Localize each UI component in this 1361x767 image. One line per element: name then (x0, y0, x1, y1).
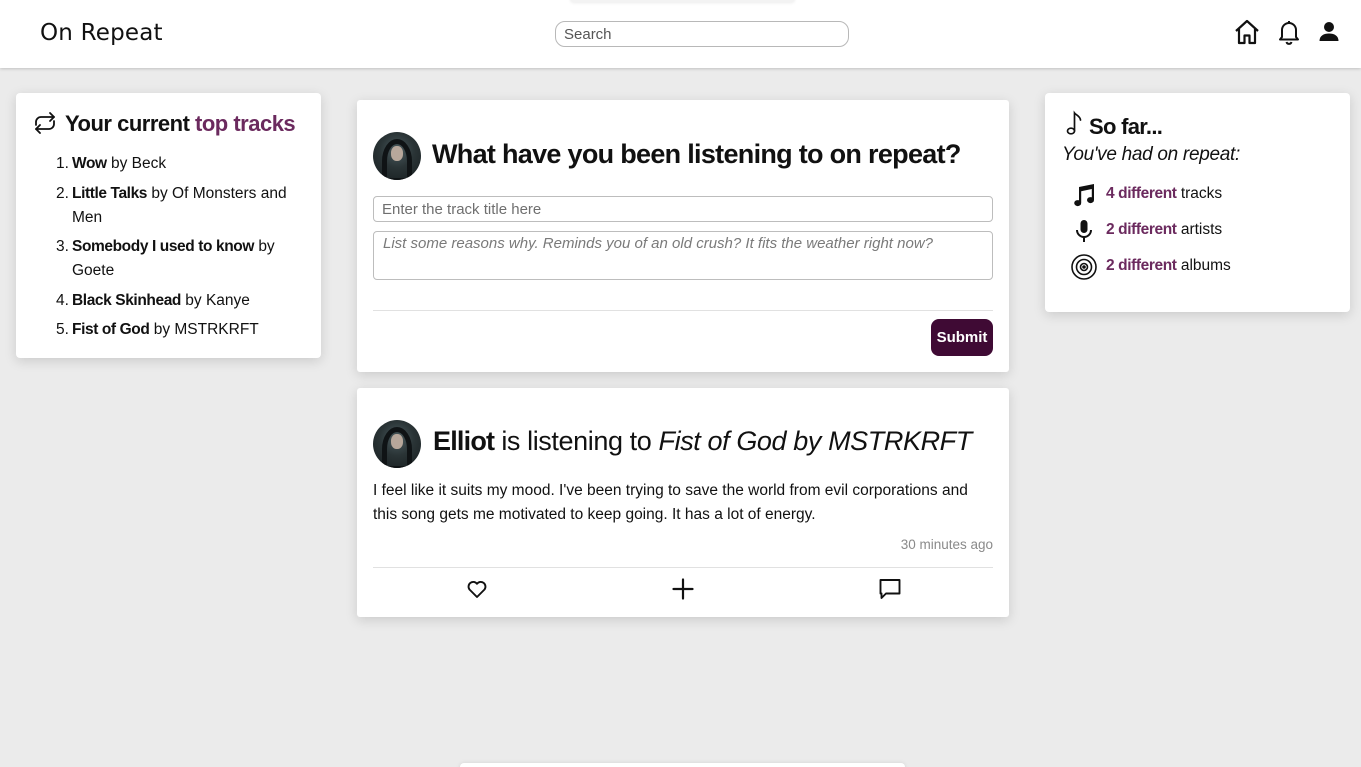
top-track-item[interactable]: 2. Little Talks by Of Monsters and Men (54, 182, 304, 230)
so-far-subtitle: You've had on repeat: (1062, 144, 1240, 165)
stat-label: artists (1180, 221, 1223, 238)
so-far-title-text: So far... (1089, 114, 1163, 139)
user-icon[interactable] (1315, 18, 1343, 46)
plus-icon[interactable] (671, 577, 695, 601)
music-notes-icon (1070, 181, 1098, 209)
top-track-item[interactable]: 5. Fist of God by MSTRKRFT (54, 318, 304, 342)
bell-icon[interactable] (1275, 18, 1303, 46)
post-body: I feel like it suits my mood. I've been … (373, 482, 968, 523)
track-artist: by Kanye (185, 291, 250, 309)
compose-heading: What have you been listening to on repea… (432, 139, 961, 169)
top-track-item[interactable]: 4. Black Skinhead by Kanye (54, 289, 304, 313)
comment-icon[interactable] (878, 577, 902, 601)
repeat-icon (31, 111, 59, 135)
search-input[interactable] (555, 21, 849, 47)
so-far-title: So far... (1065, 110, 1163, 140)
divider (373, 310, 993, 311)
top-tracks-title: Your current top tracks (31, 111, 296, 137)
post-username[interactable]: Elliot (433, 426, 495, 456)
top-tracks-list: 1. Wow by Beck 2. Little Talks by Of Monst… (54, 152, 304, 348)
post-heading: Elliot is listening to Fist of God by MS… (433, 426, 972, 457)
track-number: 4. (56, 291, 69, 309)
dropdown-hint (570, 0, 795, 2)
track-number: 1. (56, 155, 69, 172)
top-track-item[interactable]: 1. Wow by Beck (54, 152, 304, 176)
divider (373, 567, 993, 568)
avatar-hood (382, 139, 412, 180)
app-brand[interactable]: On Repeat (40, 20, 163, 46)
stat-count[interactable]: 2 different (1106, 257, 1177, 274)
track-number: 3. (56, 238, 69, 255)
post-timestamp: 30 minutes ago (900, 537, 993, 552)
avatar[interactable] (373, 420, 421, 468)
track-number: 2. (56, 184, 69, 202)
home-icon[interactable] (1233, 18, 1261, 46)
avatar-hood (382, 427, 412, 468)
music-note-icon (1065, 110, 1083, 136)
post-verb: is listening to (501, 426, 652, 456)
stat-count[interactable]: 2 different (1106, 221, 1177, 238)
next-post-edge (460, 763, 905, 767)
track-title: Wow (72, 155, 107, 172)
stat-count[interactable]: 4 different (1106, 185, 1177, 202)
reasons-textarea[interactable] (373, 231, 993, 280)
top-tracks-title-accent: top tracks (195, 111, 296, 136)
track-artist: by Beck (111, 155, 167, 172)
track-number: 5. (56, 321, 69, 338)
track-title: Fist of God (72, 321, 150, 338)
top-bar: On Repeat (0, 0, 1361, 68)
avatar[interactable] (373, 132, 421, 180)
top-tracks-title-prefix: Your current (65, 111, 190, 136)
stat-label: albums (1180, 257, 1231, 274)
track-artist: by MSTRKRFT (153, 321, 259, 338)
stat-label: tracks (1180, 185, 1223, 202)
track-title-input[interactable] (373, 196, 993, 222)
track-title: Little Talks (72, 184, 148, 202)
post-track[interactable]: Fist of God by MSTRKRFT (659, 426, 973, 456)
vinyl-icon (1070, 253, 1098, 281)
submit-button[interactable]: Submit (931, 319, 993, 356)
track-title: Black Skinhead (72, 291, 181, 309)
microphone-icon (1070, 217, 1098, 245)
track-title: Somebody I used to know (72, 238, 254, 255)
heart-icon[interactable] (465, 577, 489, 601)
top-track-item[interactable]: 3. Somebody I used to know by Goete (54, 235, 304, 283)
